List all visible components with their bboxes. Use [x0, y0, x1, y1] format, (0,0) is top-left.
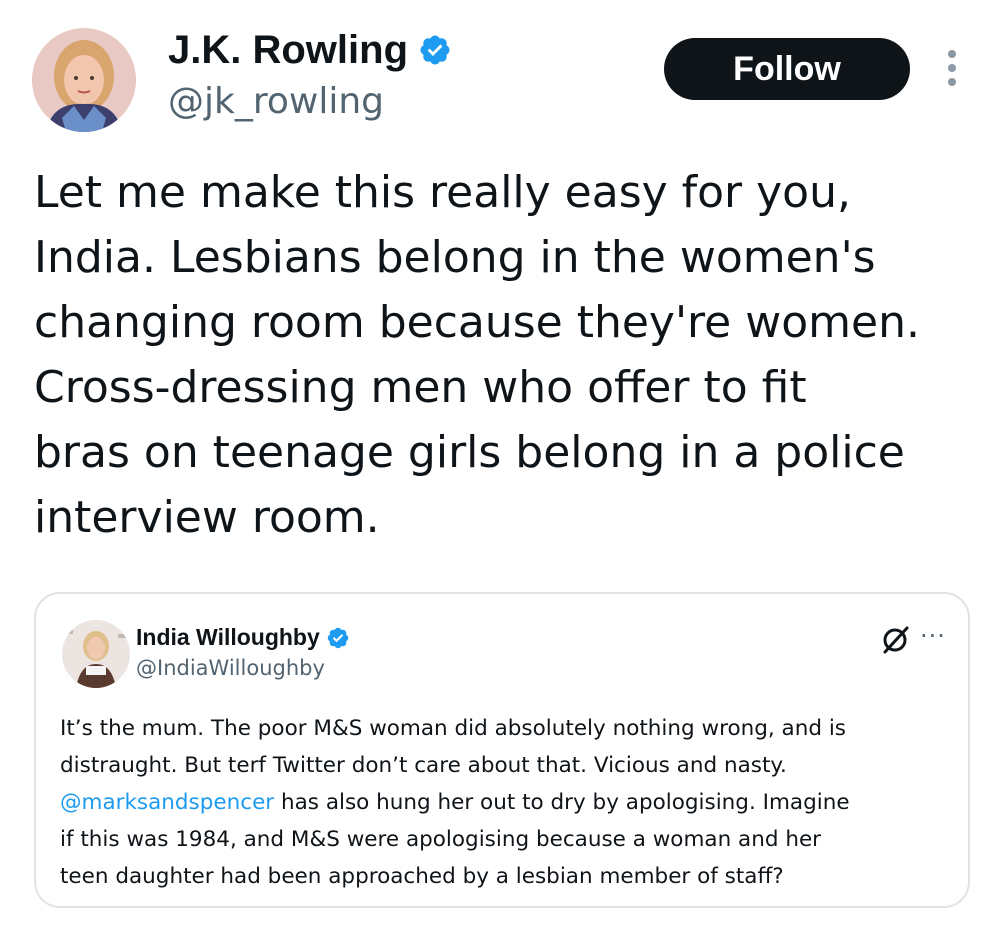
quoted-line-rest: has also hung her out to dry by apologis…	[274, 790, 850, 815]
verified-badge-icon	[420, 35, 450, 65]
author-info: J.K. Rowling @jk_rowling	[168, 26, 452, 126]
author-name[interactable]: J.K. Rowling	[168, 26, 408, 74]
tweet-line: bras on teenage girls belong in a police	[34, 427, 905, 478]
quoted-line: teen daughter had been approached by a l…	[60, 864, 784, 889]
author-avatar[interactable]	[32, 28, 136, 132]
quoted-line: distraught. But terf Twitter don’t care …	[60, 753, 787, 778]
tweet-line: Cross-dressing men who offer to fit	[34, 362, 807, 413]
tweet-line: Let me make this really easy for you,	[34, 167, 851, 218]
quoted-author-row: India Willoughby	[136, 624, 350, 651]
tweet-line: changing room because they're women.	[34, 297, 920, 348]
quoted-tweet-text: It’s the mum. The poor M&S woman did abs…	[60, 710, 950, 895]
quoted-line: if this was 1984, and M&S were apologisi…	[60, 827, 822, 852]
quoted-author-avatar[interactable]	[62, 620, 130, 688]
quoted-line-with-mention: @marksandspencer has also hung her out t…	[60, 784, 950, 821]
grok-slash-icon[interactable]	[880, 624, 912, 656]
author-handle[interactable]: @jk_rowling	[168, 78, 452, 126]
tweet-line: interview room.	[34, 492, 380, 543]
quoted-verified-badge-icon	[327, 627, 349, 648]
mention-link[interactable]: @marksandspencer	[60, 790, 274, 815]
quoted-author-handle[interactable]: @IndiaWilloughby	[136, 656, 325, 680]
follow-button[interactable]: Follow	[664, 38, 910, 100]
quoted-more-icon[interactable]: ···	[920, 622, 946, 650]
tweet-text: Let me make this really easy for you, In…	[34, 160, 974, 550]
more-vertical-icon[interactable]	[940, 50, 964, 90]
quoted-author-name[interactable]: India Willoughby	[136, 624, 320, 651]
tweet-line: India. Lesbians belong in the women's	[34, 232, 876, 283]
quoted-line: It’s the mum. The poor M&S woman did abs…	[60, 716, 846, 741]
quoted-tweet-card[interactable]: India Willoughby @IndiaWilloughby ··· It…	[34, 592, 970, 908]
